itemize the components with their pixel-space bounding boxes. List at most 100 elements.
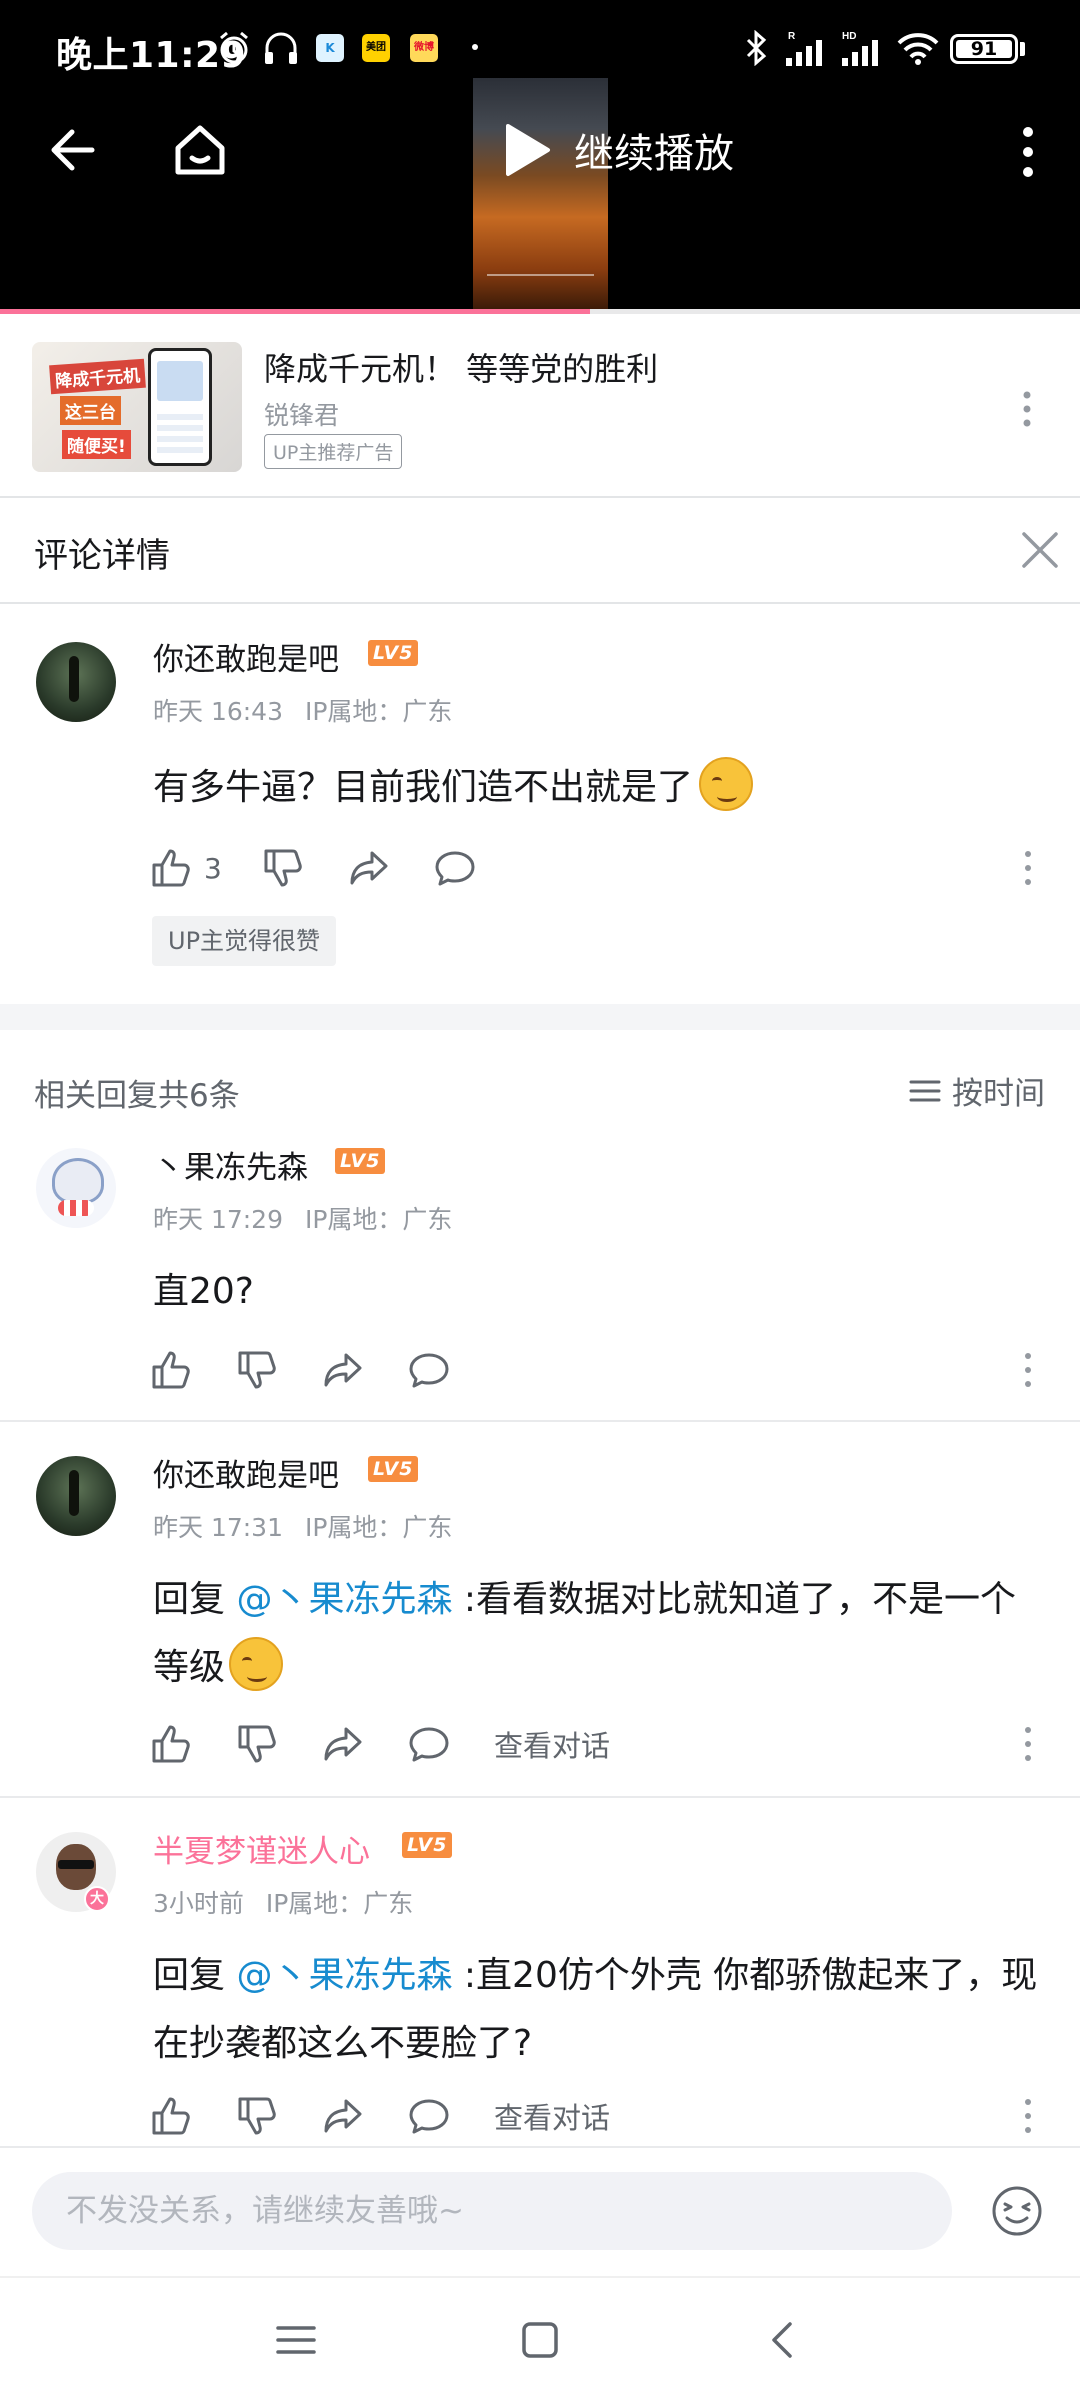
comment-more-icon[interactable] [1018, 846, 1038, 890]
dislike-button[interactable] [236, 1349, 278, 1391]
comment-bubble-icon [435, 851, 475, 886]
reply-ip: IP属地：广东 [304, 1205, 453, 1234]
reply-actions [150, 1346, 494, 1394]
ad-thumb-caption-3: 随便买! [62, 430, 131, 459]
thumbs-up-icon [152, 849, 190, 887]
share-icon [324, 1353, 362, 1387]
ad-card[interactable]: 降成千元机 这三台 随便买! 降成千元机！ 等等党的胜利 锐锋君 UP主推荐广告 [0, 314, 1080, 498]
headphones-icon [265, 32, 297, 64]
reply-username[interactable]: 丶果冻先森 [153, 1142, 308, 1187]
weibo-icon: 微博 [410, 34, 438, 62]
thumbs-down-icon [238, 1351, 276, 1389]
reply-more-icon[interactable] [1018, 1348, 1038, 1392]
ad-thumbnail: 降成千元机 这三台 随便买! [32, 342, 242, 472]
comment-bubble-icon [409, 2099, 449, 2134]
smirk-emoji-icon [699, 757, 754, 811]
thumbs-down-icon [238, 2097, 276, 2135]
share-button[interactable] [322, 1349, 364, 1391]
share-button[interactable] [322, 2095, 364, 2137]
bluetooth-icon [746, 30, 767, 66]
ad-title[interactable]: 降成千元机！ 等等党的胜利 [264, 344, 658, 390]
video-player-area[interactable]: 晚上11:29 K 美团 微博 R HD 91 继续播放 [0, 0, 1080, 312]
close-icon[interactable] [1018, 528, 1062, 572]
replies-count: 相关回复共6条 [34, 1078, 240, 1114]
ad-more-icon[interactable] [1012, 384, 1042, 434]
avatar[interactable] [36, 1148, 116, 1228]
dislike-button[interactable] [236, 1723, 278, 1765]
like-button[interactable] [150, 2095, 192, 2137]
avatar[interactable] [36, 1456, 116, 1536]
reply-username[interactable]: 半夏梦谨迷人心 [153, 1826, 370, 1871]
comment-detail-header: 评论详情 [0, 498, 1080, 604]
dislike-button[interactable] [262, 847, 304, 889]
emoji-picker-icon[interactable] [990, 2184, 1044, 2238]
like-button[interactable] [150, 1349, 192, 1391]
main-comment: 你还敢跑是吧 LV5 昨天 16:43 IP属地：广东 有多牛逼？目前我们造不出… [0, 604, 1080, 1004]
reply-item: 大 半夏梦谨迷人心 LV5 3小时前 IP属地：广东 回复 @丶果冻先森 :直2… [0, 1798, 1080, 2146]
ad-thumb-caption-1: 降成千元机 [49, 358, 146, 395]
phone-image [148, 348, 212, 466]
reply-button[interactable] [434, 847, 476, 889]
meituan-icon: 美团 [362, 34, 390, 62]
video-frame [473, 78, 608, 310]
reply-ip: IP属地：广东 [265, 1889, 414, 1918]
avatar[interactable] [36, 642, 116, 722]
replies-header: 相关回复共6条 按时间 [0, 1030, 1080, 1142]
home-square-icon[interactable] [516, 2316, 564, 2364]
alarm-icon [220, 31, 248, 64]
share-icon [324, 2099, 362, 2133]
signal-r-icon: R [786, 31, 822, 66]
share-button[interactable] [322, 1723, 364, 1765]
comment-username[interactable]: 你还敢跑是吧 [153, 634, 339, 679]
share-icon [324, 1727, 362, 1761]
reply-ip: IP属地：广东 [304, 1513, 453, 1542]
level-badge: LV5 [402, 1832, 453, 1858]
like-count: 3 [204, 851, 222, 885]
thumbs-down-icon [264, 849, 302, 887]
reply-meta: 昨天 17:31 IP属地：广东 [153, 1508, 452, 1544]
reply-more-icon[interactable] [1018, 2094, 1038, 2138]
reply-button[interactable] [408, 1723, 450, 1765]
reply-prefix: 回复 [153, 1579, 237, 1620]
reply-button[interactable] [408, 2095, 450, 2137]
ad-label: UP主推荐广告 [264, 434, 403, 469]
back-arrow-icon[interactable] [42, 118, 106, 182]
reply-button[interactable] [408, 1349, 450, 1391]
comment-time: 昨天 16:43 [153, 697, 283, 726]
svg-text:HD: HD [842, 31, 856, 42]
sort-button[interactable]: 按时间 [908, 1068, 1045, 1113]
view-conversation-link[interactable]: 查看对话 [494, 1723, 610, 1765]
reply-text: 直20? [153, 1271, 254, 1312]
comment-text: 有多牛逼？目前我们造不出就是了 [153, 754, 1048, 822]
mention-link[interactable]: @丶果冻先森 [236, 1955, 452, 1996]
up-liked-badge: UP主觉得很赞 [152, 916, 337, 966]
view-conversation-link[interactable]: 查看对话 [494, 2095, 610, 2137]
share-button[interactable] [348, 847, 390, 889]
back-chevron-icon[interactable] [760, 2316, 808, 2364]
menu-icon[interactable] [272, 2316, 320, 2364]
reply-input[interactable] [32, 2172, 952, 2250]
like-button[interactable]: 3 [150, 847, 222, 889]
reply-username[interactable]: 你还敢跑是吧 [153, 1450, 339, 1495]
more-vertical-icon[interactable] [1010, 122, 1046, 182]
comment-bubble-icon [409, 1727, 449, 1762]
comment-ip: IP属地：广东 [304, 697, 453, 726]
comment-meta: 昨天 16:43 IP属地：广东 [153, 692, 452, 728]
battery-level: 91 [956, 40, 1012, 59]
ad-author: 锐锋君 [264, 401, 340, 430]
like-button[interactable] [150, 1723, 192, 1765]
reply-item: 你还敢跑是吧 LV5 昨天 17:31 IP属地：广东 回复 @丶果冻先森 :看… [0, 1422, 1080, 1796]
reply-actions: 查看对话 [150, 1720, 610, 1768]
battery-icon: 91 [950, 34, 1018, 64]
reply-time: 3小时前 [153, 1889, 244, 1918]
battery-tip [1020, 42, 1025, 56]
comment-detail-title: 评论详情 [34, 536, 170, 576]
dislike-button[interactable] [236, 2095, 278, 2137]
reply-time: 昨天 17:31 [153, 1513, 283, 1542]
home-icon[interactable] [168, 118, 232, 182]
mention-link[interactable]: @丶果冻先森 [236, 1579, 452, 1620]
section-divider [0, 1004, 1080, 1030]
reply-text: 回复 @丶果冻先森 :直20仿个外壳 你都骄傲起来了，现在抄袭都这么不要脸了? [153, 1942, 1048, 2078]
reply-more-icon[interactable] [1018, 1722, 1038, 1766]
continue-play-button[interactable]: 继续播放 [500, 118, 734, 182]
